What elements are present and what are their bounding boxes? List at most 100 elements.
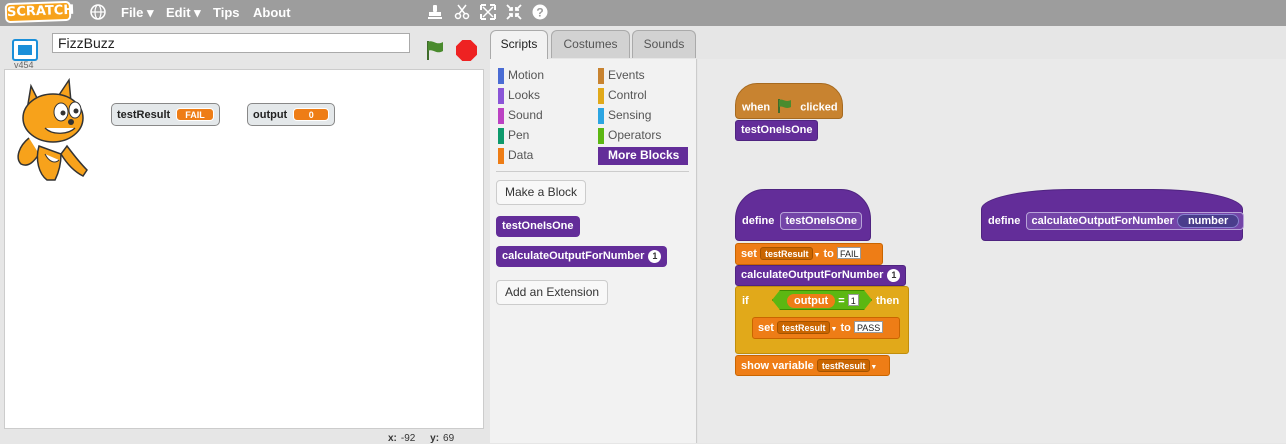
grow-icon[interactable] (480, 4, 496, 24)
category-sensing[interactable]: Sensing (598, 107, 651, 125)
stage-panel: v454 FizzBuzz testResult FAIL output 0 x… (0, 26, 486, 444)
help-icon[interactable]: ? (532, 4, 548, 24)
about-menu[interactable]: About (253, 5, 291, 20)
chevron-down-icon: ▼ (813, 252, 821, 259)
block-label: define (988, 215, 1021, 227)
menu-bar: SCRATCH File ▾ Edit ▾ Tips About ? (0, 0, 1286, 26)
param-reporter[interactable]: number (1176, 214, 1240, 228)
file-menu[interactable]: File ▾ (121, 5, 154, 21)
category-motion[interactable]: Motion (498, 67, 544, 85)
category-looks[interactable]: Looks (498, 87, 540, 105)
category-data[interactable]: Data (498, 147, 533, 165)
tab-costumes[interactable]: Costumes (551, 30, 630, 58)
chevron-down-icon: ▼ (830, 326, 838, 333)
block-arg[interactable]: 1 (887, 269, 901, 282)
value-input[interactable]: PASS (853, 321, 884, 333)
set-testresult-pass-block[interactable]: set testResult ▼ to PASS (752, 317, 900, 339)
category-operators[interactable]: Operators (598, 127, 661, 145)
monitor-value: FAIL (176, 108, 214, 121)
monitor-testresult[interactable]: testResult FAIL (111, 103, 220, 126)
shrink-icon[interactable] (506, 4, 522, 24)
x-label: x: (388, 433, 397, 444)
monitor-label: testResult (117, 108, 171, 121)
presentation-mode-button[interactable] (12, 39, 38, 61)
category-label: Sound (508, 108, 543, 122)
category-label: Looks (508, 88, 541, 102)
set-testresult-fail-block[interactable]: set testResult ▼ to FAIL (735, 243, 883, 265)
stage-canvas[interactable]: testResult FAIL output 0 (4, 69, 484, 429)
scripts-area[interactable]: when clicked testOneIsOne define testOne… (698, 59, 1286, 443)
category-label: More Blocks (608, 148, 680, 162)
palette-divider (496, 171, 689, 172)
y-value: 69 (443, 433, 455, 444)
duplicate-stamp-icon[interactable] (427, 4, 443, 24)
green-flag-icon[interactable] (424, 39, 446, 66)
category-label: Operators (608, 128, 662, 142)
when-flag-clicked-block[interactable]: when clicked (735, 83, 843, 119)
block-label: calculateOutputForNumber (741, 269, 884, 281)
y-label: y: (430, 433, 440, 444)
category-sound[interactable]: Sound (498, 107, 543, 125)
category-more-blocks[interactable]: More Blocks (598, 147, 688, 165)
call-testoneisone-block[interactable]: testOneIsOne (735, 120, 818, 141)
make-a-block-button[interactable]: Make a Block (496, 180, 587, 205)
category-pen[interactable]: Pen (498, 127, 529, 145)
output-reporter[interactable]: output (787, 294, 836, 308)
tab-scripts[interactable]: Scripts (490, 30, 548, 60)
project-title-input[interactable]: FizzBuzz (52, 33, 410, 53)
show-variable-block[interactable]: show variable testResult ▼ (735, 355, 890, 376)
category-events[interactable]: Events (598, 67, 645, 85)
block-label: when (742, 101, 771, 114)
block-label: define (742, 215, 775, 227)
x-value: -92 (400, 433, 416, 444)
block-label: to (823, 248, 834, 260)
define-name: testOneIsOne (780, 212, 862, 230)
define-signature: calculateOutputForNumber number (1026, 212, 1245, 230)
variable-dropdown[interactable]: testResult (759, 247, 814, 260)
block-palette: Motion Looks Sound Pen Data Events Contr… (490, 59, 697, 443)
block-label: show variable (741, 360, 814, 372)
category-label: Pen (508, 128, 530, 142)
variable-dropdown[interactable]: testResult (776, 321, 831, 334)
add-extension-button[interactable]: Add an Extension (496, 280, 609, 305)
category-label: Sensing (608, 108, 652, 122)
call-calculateoutput-block[interactable]: calculateOutputForNumber 1 (735, 265, 906, 286)
tips-menu[interactable]: Tips (213, 5, 240, 20)
equals-operator-block[interactable]: output = 1 (772, 290, 872, 310)
green-flag-icon (776, 98, 794, 117)
define-name: calculateOutputForNumber (1031, 215, 1174, 227)
block-label: clicked (800, 101, 838, 114)
palette-block-calculateoutput[interactable]: calculateOutputForNumber 1 (496, 246, 668, 267)
define-testoneisone-block[interactable]: define testOneIsOne (735, 189, 871, 241)
monitor-label: output (253, 108, 288, 121)
scratch-logo[interactable]: SCRATCH (4, 0, 74, 24)
cut-scissors-icon[interactable] (454, 4, 470, 24)
monitor-value: 0 (293, 108, 330, 121)
block-label: to (840, 322, 851, 334)
category-label: Motion (508, 68, 545, 82)
monitor-output[interactable]: output 0 (247, 103, 336, 126)
variable-dropdown[interactable]: testResult (816, 359, 871, 372)
globe-icon[interactable] (90, 4, 106, 24)
category-label: Events (608, 68, 645, 82)
block-label: then (876, 295, 900, 307)
stop-icon[interactable] (456, 40, 477, 61)
cat-sprite[interactable] (9, 76, 93, 186)
block-arg[interactable]: 1 (648, 250, 662, 263)
edit-menu[interactable]: Edit ▾ (166, 5, 201, 21)
category-control[interactable]: Control (598, 87, 647, 105)
block-label: set (758, 322, 774, 334)
category-label: Data (508, 148, 534, 162)
chevron-down-icon: ▼ (870, 364, 878, 371)
block-label: calculateOutputForNumber (502, 250, 645, 262)
tab-sounds[interactable]: Sounds (632, 30, 696, 58)
palette-block-testoneisone[interactable]: testOneIsOne (496, 216, 580, 237)
block-label: set (741, 248, 757, 260)
equals-label: = (838, 295, 845, 307)
define-calculateoutput-block[interactable]: define calculateOutputForNumber number (981, 189, 1245, 241)
block-label: if (742, 295, 749, 307)
value-input[interactable]: FAIL (836, 247, 862, 259)
svg-text:?: ? (536, 6, 543, 20)
compare-input[interactable]: 1 (847, 294, 859, 306)
if-then-block[interactable]: if output = 1 then set testResult ▼ to PA… (735, 286, 909, 354)
